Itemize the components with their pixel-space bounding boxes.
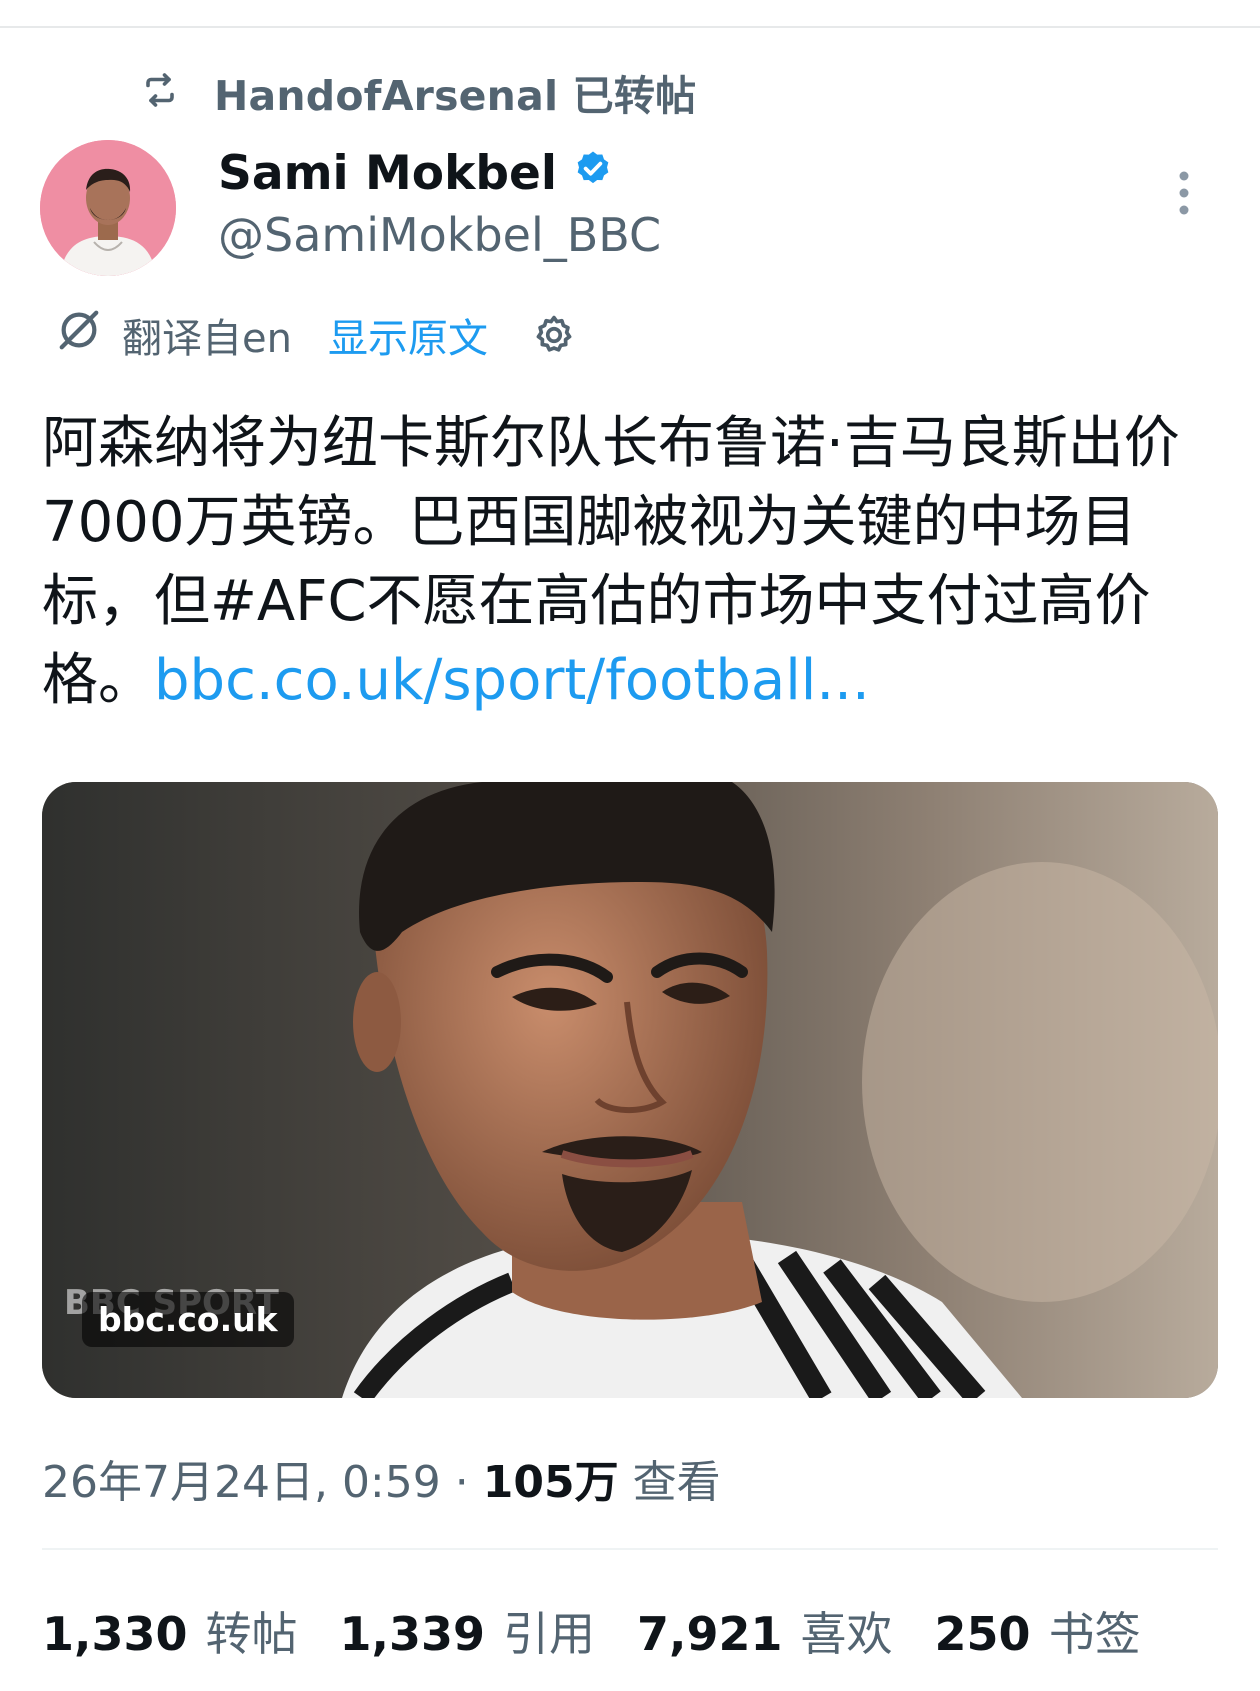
engagement-stats: 1,330 转帖 1,339 引用 7,921 喜欢 250 书签 [42, 1598, 1141, 1664]
stat-reposts[interactable]: 1,330 转帖 [42, 1598, 298, 1664]
translate-icon [56, 307, 102, 363]
show-original-link[interactable]: 显示原文 [328, 306, 488, 364]
author-name-row[interactable]: Sami Mokbel [218, 146, 613, 201]
views-count: 105万 [482, 1457, 619, 1508]
timestamp[interactable]: 26年7月24日, 0:59 [42, 1457, 441, 1508]
repost-label: HandofArsenal 已转帖 [214, 72, 697, 120]
more-vertical-icon[interactable] [1176, 170, 1192, 220]
stat-count: 1,330 [42, 1607, 188, 1661]
stat-label: 书签 [1048, 1607, 1141, 1661]
stat-label: 喜欢 [800, 1607, 893, 1661]
verified-badge-icon [573, 146, 613, 201]
stat-count: 1,339 [339, 1607, 486, 1661]
translated-from-label: 翻译自en [122, 316, 292, 362]
stat-quotes[interactable]: 1,339 引用 [340, 1598, 596, 1664]
top-divider [0, 26, 1260, 28]
repost-icon [140, 72, 180, 112]
stat-count: 7,921 [637, 1607, 783, 1661]
link-source-chip[interactable]: bbc.co.uk [82, 1292, 294, 1347]
views-label: 查看 [632, 1457, 721, 1508]
tweet-meta: 26年7月24日, 0:59 · 105万 查看 [42, 1446, 721, 1510]
tweet-link[interactable]: bbc.co.uk/sport/football... [154, 648, 870, 713]
stats-divider [42, 1548, 1218, 1550]
tweet-body: 阿森纳将为纽卡斯尔队长布鲁诺·吉马良斯出价7000万英镑。巴西国脚被视为关键的中… [42, 404, 1232, 720]
avatar[interactable] [40, 140, 176, 276]
stat-label: 转帖 [205, 1607, 298, 1661]
stat-likes[interactable]: 7,921 喜欢 [637, 1598, 893, 1664]
author-handle[interactable]: @SamiMokbel_BBC [218, 208, 661, 262]
stat-label: 引用 [503, 1607, 596, 1661]
translation-bar: 翻译自en 显示原文 [56, 306, 576, 364]
stat-count: 250 [934, 1607, 1031, 1661]
meta-separator: · [454, 1457, 469, 1508]
gear-icon[interactable] [532, 313, 576, 357]
repost-indicator[interactable]: HandofArsenal 已转帖 [140, 62, 696, 122]
author-name: Sami Mokbel [218, 146, 557, 201]
link-card-image[interactable]: BBC SPORT bbc.co.uk [42, 782, 1218, 1398]
stat-bookmarks[interactable]: 250 书签 [935, 1598, 1141, 1664]
